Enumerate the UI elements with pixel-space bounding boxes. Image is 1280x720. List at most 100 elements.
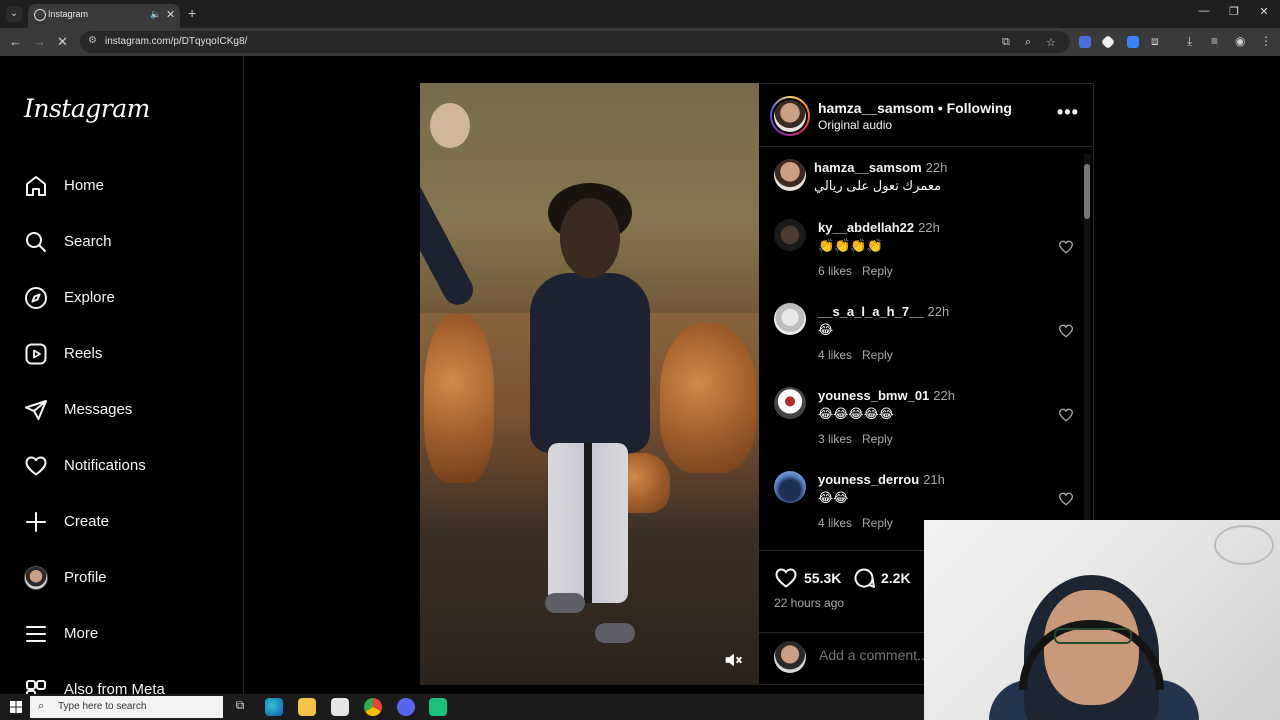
sidebar-item-label: Reels [64, 345, 103, 362]
extension-diamond-icon[interactable] [1100, 34, 1116, 50]
avatar [24, 566, 48, 590]
comment-bubble-icon[interactable] [852, 566, 876, 590]
like-heart-icon[interactable] [774, 566, 798, 590]
reels-icon [25, 343, 47, 365]
webcam-ceiling-lamp [1214, 525, 1274, 565]
compass-icon [25, 287, 47, 309]
chrome-icon[interactable] [364, 698, 382, 716]
heart-icon[interactable] [1058, 239, 1074, 255]
app-icon[interactable] [429, 698, 447, 716]
taskbar-search-placeholder: Type here to search [58, 701, 147, 712]
sidebar-item-reels[interactable]: Reels [24, 337, 224, 373]
profile-icon[interactable]: ◉ [1235, 34, 1245, 48]
author-username[interactable]: hamza__samsom [818, 100, 934, 116]
sidebar-item-home[interactable]: Home [24, 169, 224, 205]
muted-speaker-icon[interactable] [722, 649, 744, 671]
reply-button[interactable]: Reply [862, 432, 893, 446]
caption-username[interactable]: hamza__samsom [814, 160, 922, 175]
forward-button[interactable]: → [33, 34, 46, 49]
comment-time: 22h [918, 220, 940, 235]
avatar[interactable] [774, 219, 806, 251]
tab-search-dropdown[interactable]: ⌄ [6, 6, 22, 22]
author-avatar[interactable] [770, 96, 810, 136]
comment-meta: 3 likes Reply [818, 432, 903, 446]
sidebar-item-messages[interactable]: Messages [24, 393, 224, 429]
sidebar-item-search[interactable]: Search [24, 225, 224, 261]
edge-icon[interactable] [265, 698, 283, 716]
sidebar-item-create[interactable]: Create [24, 505, 224, 541]
avatar[interactable] [774, 159, 806, 191]
avatar[interactable] [774, 387, 806, 419]
back-button[interactable]: ← [9, 34, 22, 49]
video-person-shoe [545, 593, 585, 613]
instagram-logo[interactable]: Instagram [24, 94, 150, 123]
sidebar-item-more[interactable]: More [24, 617, 224, 653]
heart-icon[interactable] [1058, 407, 1074, 423]
instagram-sidebar: Instagram Home Search Explore Reels Mess… [0, 56, 244, 700]
discord-icon[interactable] [397, 698, 415, 716]
install-app-icon[interactable]: ⧉ [1002, 36, 1010, 49]
plus-icon [26, 512, 46, 532]
heart-icon[interactable] [1058, 323, 1074, 339]
comment-likes[interactable]: 4 likes [818, 348, 852, 362]
following-status[interactable]: • Following [938, 100, 1012, 116]
task-view-icon[interactable]: ⧉ [231, 698, 249, 716]
sidebar-item-notifications[interactable]: Notifications [24, 449, 224, 485]
sidebar-item-profile[interactable]: Profile [24, 561, 224, 597]
comment-username-line: youness_bmw_01 22h [818, 388, 955, 403]
zoom-icon[interactable]: ⌕ [1025, 36, 1031, 49]
site-info-icon[interactable]: ⚙ [88, 35, 97, 46]
list-item: ky__abdellah22 22h 👏👏👏👏 6 likes Reply [774, 219, 1074, 299]
url-text[interactable]: instagram.com/p/DTqyqoICKg8/ [105, 36, 247, 47]
download-icon[interactable]: ⤓ [1187, 34, 1192, 49]
avatar[interactable] [774, 303, 806, 335]
comment-text: 😂 [818, 322, 834, 337]
restore-button[interactable]: ❐ [1224, 5, 1244, 18]
new-tab-button[interactable]: + [188, 5, 196, 21]
close-window-button[interactable]: ✕ [1254, 5, 1274, 18]
sidebar-item-label: Profile [64, 569, 107, 586]
reply-button[interactable]: Reply [862, 264, 893, 278]
file-explorer-icon[interactable] [298, 698, 316, 716]
heart-icon[interactable] [1058, 491, 1074, 507]
extensions-puzzle-icon[interactable]: ⧈ [1151, 34, 1159, 49]
comment-username-line: __s_a_l_a_h_7__ 22h [818, 304, 949, 319]
video-person-hand [430, 103, 470, 148]
more-options-icon[interactable]: ••• [1057, 102, 1079, 123]
tab-close-icon[interactable]: ✕ [166, 8, 175, 21]
comments-scrollbar[interactable] [1084, 154, 1090, 524]
browser-tab[interactable]: Instagram 🔈 ✕ [28, 4, 180, 28]
like-count[interactable]: 55.3K [804, 570, 841, 586]
minimize-button[interactable]: — [1194, 5, 1214, 17]
browser-menu-icon[interactable]: ⋮ [1260, 34, 1272, 48]
author-line: hamza__samsom • Following [818, 100, 1012, 116]
list-item: youness_bmw_01 22h 😂😂😂😂😂 3 likes Reply [774, 387, 1074, 467]
comment-username[interactable]: youness_derrou [818, 472, 919, 487]
windows-start-icon[interactable] [10, 701, 22, 713]
taskbar-search[interactable]: ⌕ Type here to search [30, 696, 223, 718]
comment-count[interactable]: 2.2K [881, 570, 911, 586]
comment-username[interactable]: __s_a_l_a_h_7__ [818, 304, 924, 319]
avatar[interactable] [774, 471, 806, 503]
scrollbar-thumb[interactable] [1084, 164, 1090, 219]
store-icon[interactable] [331, 698, 349, 716]
avatar-ring-inner [772, 98, 808, 134]
reply-button[interactable]: Reply [862, 516, 893, 530]
sidebar-item-explore[interactable]: Explore [24, 281, 224, 317]
audio-link[interactable]: Original audio [818, 118, 892, 132]
tab-audio-icon[interactable]: 🔈 [150, 9, 161, 20]
bookmark-star-icon[interactable]: ☆ [1046, 36, 1056, 49]
reply-button[interactable]: Reply [862, 348, 893, 362]
comment-likes[interactable]: 3 likes [818, 432, 852, 446]
address-bar[interactable]: ⚙ instagram.com/p/DTqyqoICKg8/ ⧉ ⌕ ☆ [80, 31, 1070, 53]
sidebar-item-label: Search [64, 233, 112, 250]
comment-likes[interactable]: 4 likes [818, 516, 852, 530]
comment-likes[interactable]: 6 likes [818, 264, 852, 278]
comment-username[interactable]: ky__abdellah22 [818, 220, 914, 235]
reading-list-icon[interactable]: ≡ [1211, 34, 1218, 48]
reel-video[interactable] [420, 83, 759, 685]
comment-username[interactable]: youness_bmw_01 [818, 388, 929, 403]
extension-blue-icon[interactable] [1127, 36, 1139, 48]
stop-loading-button[interactable]: ✕ [57, 34, 68, 50]
translate-extension-icon[interactable] [1079, 36, 1091, 48]
